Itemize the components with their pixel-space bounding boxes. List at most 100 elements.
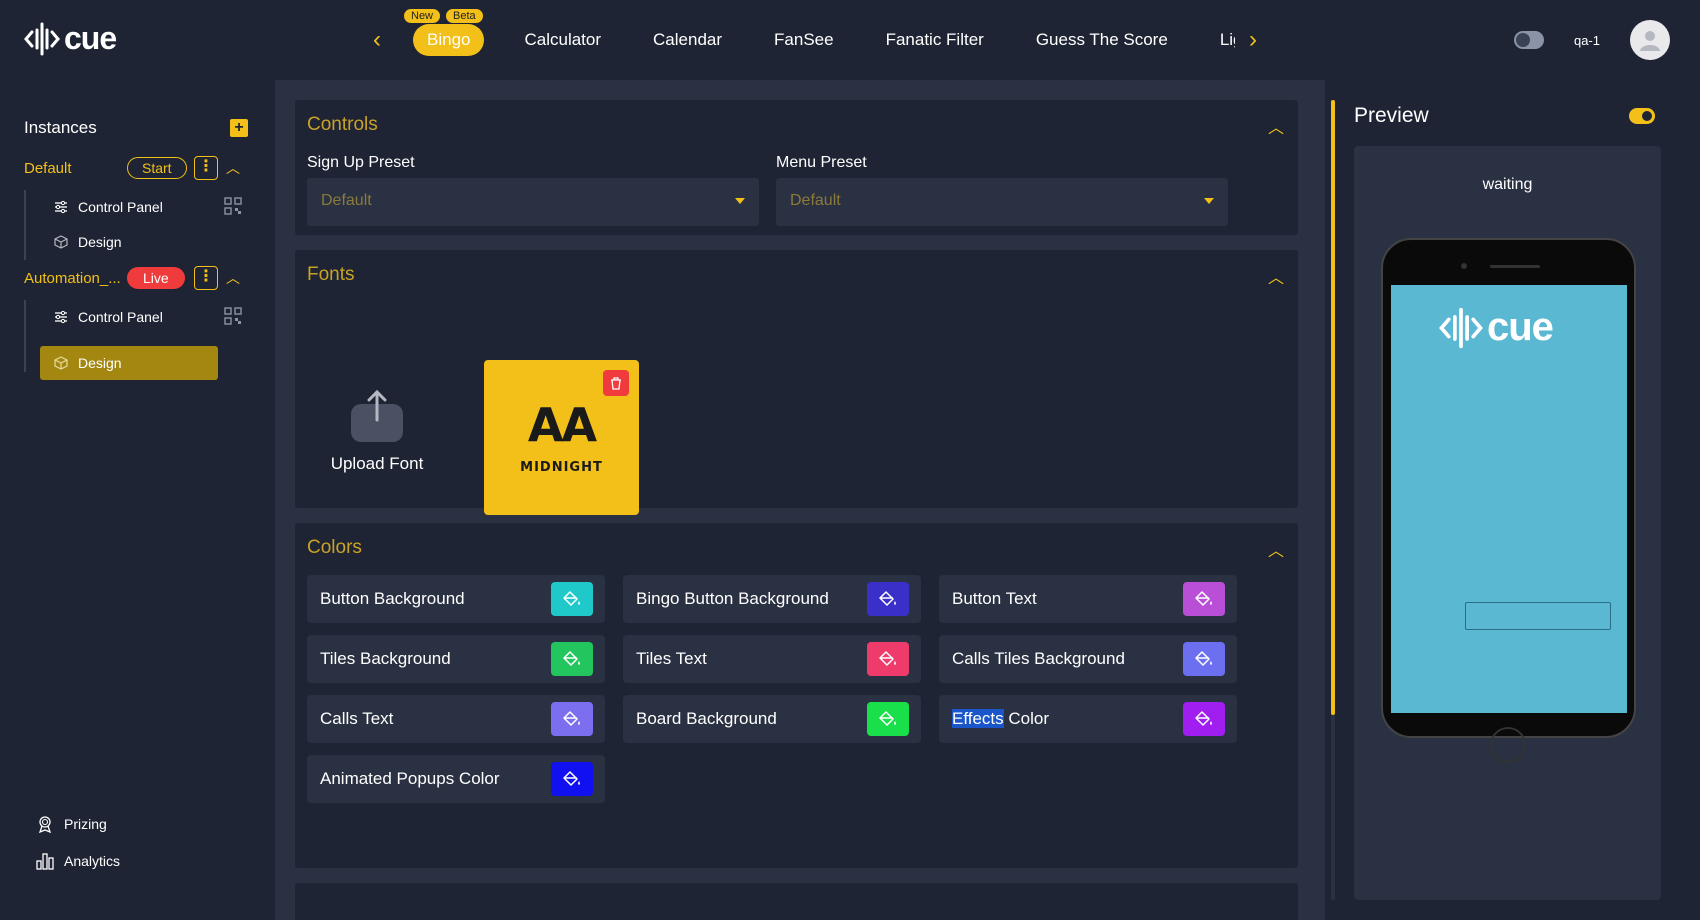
sign-up-preset-select[interactable]: Default — [307, 178, 759, 226]
tab-fansee[interactable]: FanSee — [774, 30, 834, 50]
caret-down-icon — [735, 198, 745, 204]
tab-guess-the-score[interactable]: Guess The Score — [1036, 30, 1168, 50]
theme-toggle[interactable] — [1513, 31, 1544, 49]
sidebar-item-control-panel[interactable]: Control Panel — [40, 300, 218, 334]
color-item-label: Tiles Background — [320, 649, 451, 668]
color-picker-button[interactable] — [1183, 642, 1225, 676]
instances-title: Instances — [24, 118, 97, 137]
sidebar-item-prizing[interactable]: Prizing — [36, 815, 107, 833]
font-name: MIDNIGHT — [520, 460, 603, 475]
color-item-label: Board Background — [636, 709, 777, 728]
instance-menu-icon[interactable]: ⋮ — [194, 156, 218, 180]
nav-prev-arrow-icon[interactable]: ‹ — [367, 28, 387, 52]
delete-font-button[interactable] — [603, 370, 629, 396]
color-item-label: Calls Text — [320, 709, 394, 728]
paint-bucket-icon — [1195, 711, 1212, 726]
color-item[interactable]: Calls Tiles Background — [939, 635, 1237, 683]
sidebar-item-analytics[interactable]: Analytics — [36, 852, 120, 870]
start-button[interactable]: Start — [127, 157, 187, 179]
paint-bucket-icon — [563, 711, 580, 726]
paint-bucket-icon — [879, 651, 896, 666]
sidebar-item-design[interactable]: Design — [40, 225, 218, 259]
color-item[interactable]: Calls Text — [307, 695, 605, 743]
color-picker-button[interactable] — [867, 582, 909, 616]
font-card-midnight[interactable]: AA MIDNIGHT — [484, 360, 639, 515]
color-picker-button[interactable] — [867, 642, 909, 676]
color-item[interactable]: Animated Popups Color — [307, 755, 605, 803]
main-content: Controls ︿ Sign Up Preset Default Menu P… — [275, 80, 1325, 920]
live-badge[interactable]: Live — [127, 267, 185, 289]
upload-font-label: Upload Font — [330, 454, 424, 473]
upload-icon — [349, 388, 405, 444]
color-picker-button[interactable] — [551, 762, 593, 796]
color-picker-button[interactable] — [1183, 702, 1225, 736]
color-item[interactable]: Bingo Button Background — [623, 575, 921, 623]
user-icon — [1640, 31, 1660, 51]
color-picker-button[interactable] — [1183, 582, 1225, 616]
instance-menu-icon[interactable]: ⋮ — [194, 266, 218, 290]
tab-fanatic-filter[interactable]: Fanatic Filter — [886, 30, 984, 50]
color-picker-button[interactable] — [551, 642, 593, 676]
tab-bingo[interactable]: New Beta Bingo — [403, 8, 485, 56]
chevron-up-icon[interactable]: ︿ — [1268, 537, 1284, 561]
top-bar: cue ‹ New Beta Bingo Calculator Calendar… — [0, 0, 1700, 80]
tab-calendar[interactable]: Calendar — [653, 30, 722, 50]
tab-lig[interactable]: Lig — [1220, 30, 1235, 50]
color-item[interactable]: Effects Color — [939, 695, 1237, 743]
sidebar-item-label: Control Panel — [78, 309, 163, 325]
upload-font-button[interactable]: Upload Font — [327, 388, 427, 474]
avatar[interactable] — [1630, 20, 1670, 60]
chevron-up-icon[interactable]: ︿ — [226, 268, 240, 288]
colors-panel: Colors ︿ Button Background Bingo Button B… — [295, 523, 1298, 868]
instance-row-default[interactable]: Default Start ⋮ ︿ — [24, 155, 259, 181]
user-name: qa-1 — [1573, 32, 1600, 48]
instance-name: Default — [24, 159, 72, 177]
color-item[interactable]: Tiles Text — [623, 635, 921, 683]
chevron-up-icon[interactable]: ︿ — [1268, 264, 1284, 288]
panel-title: Fonts — [307, 264, 355, 285]
color-item-label: Bingo Button Background — [636, 589, 829, 608]
color-picker-button[interactable] — [867, 702, 909, 736]
cube-icon — [54, 235, 68, 249]
sidebar-item-design-active[interactable]: Design — [40, 346, 218, 380]
preview-status: waiting — [1482, 176, 1533, 193]
paint-bucket-icon — [879, 711, 896, 726]
preview-toggle[interactable] — [1629, 108, 1655, 124]
menu-preset-label: Menu Preset — [776, 154, 867, 171]
phone-input[interactable] — [1465, 602, 1611, 630]
sidebar-item-control-panel[interactable]: Control Panel — [40, 190, 218, 224]
qr-code-icon[interactable] — [224, 307, 244, 327]
color-item-label: Animated Popups Color — [320, 769, 500, 788]
sliders-icon — [55, 200, 67, 214]
tab-calculator[interactable]: Calculator — [524, 30, 601, 50]
add-instance-button[interactable]: + — [230, 119, 248, 137]
cue-logo-icon — [24, 22, 60, 55]
nav-next-arrow-icon[interactable]: › — [1243, 28, 1263, 52]
color-item[interactable]: Button Text — [939, 575, 1237, 623]
color-picker-button[interactable] — [551, 582, 593, 616]
sidebar-item-label: Analytics — [64, 853, 121, 869]
top-right-controls: qa-1 — [1513, 20, 1670, 60]
font-preview: AA — [527, 398, 597, 452]
tab-label: Bingo — [427, 30, 471, 49]
color-item[interactable]: Board Background — [623, 695, 921, 743]
menu-preset-select[interactable]: Default — [776, 178, 1228, 226]
select-value: Default — [790, 192, 841, 209]
color-item[interactable]: Tiles Background — [307, 635, 605, 683]
tree-line — [24, 300, 26, 372]
tab-badges: New Beta — [403, 8, 484, 24]
trash-icon — [611, 377, 621, 390]
instance-row-automation[interactable]: Automation_... Live ⋮ ︿ — [24, 265, 259, 291]
color-picker-button[interactable] — [551, 702, 593, 736]
tree-line — [24, 190, 26, 260]
chevron-up-icon[interactable]: ︿ — [226, 158, 240, 178]
color-item-label-rest: Color — [1003, 709, 1050, 728]
cue-logo[interactable]: cue — [24, 20, 117, 57]
color-item[interactable]: Button Background — [307, 575, 605, 623]
qr-code-icon[interactable] — [224, 197, 244, 217]
paint-bucket-icon — [879, 591, 896, 606]
phone-cue-logo: cue — [1439, 305, 1554, 350]
bar-chart-icon — [36, 853, 54, 870]
new-badge: New — [403, 8, 442, 24]
chevron-up-icon[interactable]: ︿ — [1268, 114, 1284, 138]
